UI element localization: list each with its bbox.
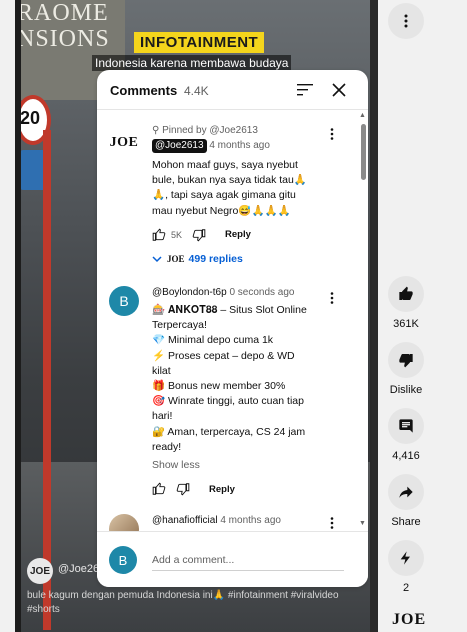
like-comment-icon[interactable] — [152, 482, 166, 496]
scroll-down-arrow-icon[interactable]: ▼ — [359, 520, 366, 527]
comment-icon — [399, 419, 413, 433]
comments-scrollbar[interactable]: ▲ ▼ — [359, 112, 367, 530]
replies-creator-avatar: JOE — [167, 253, 185, 264]
pinned-row: ⚲ Pinned by @Joe2613 — [152, 124, 322, 137]
channel-brand-logo[interactable]: JOE — [392, 611, 426, 629]
commenter-avatar[interactable] — [109, 514, 139, 531]
comment-more-button[interactable] — [326, 128, 338, 143]
comment-author[interactable]: @Boylondon-t6p — [152, 287, 227, 298]
like-comment-icon[interactable] — [152, 228, 166, 242]
comment-like-count: 5K — [171, 229, 183, 240]
like-button[interactable] — [388, 276, 424, 312]
scroll-thumb[interactable] — [361, 124, 366, 180]
comment-text: Mohon maaf guys, saya nyebut bule, bukan… — [152, 159, 307, 217]
current-user-avatar: B — [109, 546, 137, 574]
scroll-up-arrow-icon[interactable]: ▲ — [359, 112, 366, 119]
comment-body: @hanafiofficial 4 months ago — [152, 514, 322, 528]
comment-meta: @hanafiofficial 4 months ago — [152, 514, 322, 528]
comments-panel: Comments 4.4K JOE ⚲ Pinned by @Joe2613 @… — [97, 70, 368, 587]
dislike-action[interactable]: Dislike — [388, 342, 424, 396]
comment-toolbar: Reply — [152, 481, 322, 497]
replies-count: 499 replies — [188, 252, 243, 265]
speed-sign-value: 20 — [20, 108, 41, 128]
video-right-edge — [370, 0, 378, 632]
thumbs-down-icon — [399, 354, 413, 368]
commenter-avatar[interactable]: B — [109, 286, 139, 316]
dislike-comment-icon[interactable] — [176, 482, 190, 496]
sign-pole — [43, 130, 51, 630]
chevron-down-icon — [152, 256, 162, 262]
video-store-sign: RAOME NSIONS — [17, 0, 110, 52]
video-overlay-title: INFOTAINMENT — [134, 32, 265, 53]
dislike-button[interactable] — [388, 342, 424, 378]
reply-button[interactable]: Reply — [225, 229, 251, 240]
comment-text: 🎰 𝐀𝐍𝐊𝐎𝐓𝟖𝟖 – Situs Slot Online Terpercaya… — [152, 304, 307, 453]
comments-title: Comments — [110, 83, 178, 98]
comment-body: ⚲ Pinned by @Joe2613 @Joe2613 4 months a… — [152, 124, 322, 265]
remix-button[interactable] — [388, 540, 424, 576]
share-icon — [399, 486, 413, 498]
show-less-button[interactable]: Show less — [152, 459, 322, 471]
comment-author[interactable]: @Joe2613 — [152, 139, 207, 153]
comment-body: @Boylondon-t6p 0 seconds ago 🎰 𝐀𝐍𝐊𝐎𝐓𝟖𝟖 –… — [152, 286, 322, 497]
remix-count: 2 — [402, 582, 410, 594]
comment-time[interactable]: 0 seconds ago — [229, 287, 294, 298]
like-action[interactable]: 361K — [388, 276, 424, 330]
store-sign-line2: NSIONS — [17, 26, 110, 52]
comments-button[interactable] — [388, 408, 424, 444]
more-vert-icon — [330, 292, 334, 304]
comment-meta: @Joe2613 4 months ago — [152, 139, 322, 153]
share-label: Share — [391, 516, 421, 528]
more-vert-icon — [330, 517, 334, 529]
remix-action[interactable]: 2 — [388, 540, 424, 594]
pin-icon: ⚲ — [152, 125, 163, 136]
comments-action[interactable]: 4,416 — [388, 408, 424, 462]
remix-icon — [400, 551, 410, 565]
dislike-comment-icon[interactable] — [192, 228, 206, 242]
share-action[interactable]: Share — [388, 474, 424, 528]
reply-button[interactable]: Reply — [209, 484, 235, 495]
comment-meta: @Boylondon-t6p 0 seconds ago — [152, 286, 322, 300]
add-comment-bar: B — [97, 531, 368, 587]
comments-count: 4,416 — [392, 450, 420, 462]
channel-handle[interactable]: @Joe26 — [58, 563, 99, 575]
like-count: 361K — [393, 318, 419, 330]
comment-more-button[interactable] — [326, 292, 338, 307]
dislike-label: Dislike — [389, 384, 423, 396]
channel-avatar[interactable]: JOE — [27, 558, 53, 584]
add-comment-input[interactable] — [152, 549, 344, 571]
close-icon[interactable] — [330, 81, 348, 99]
view-replies-button[interactable]: JOE 499 replies — [152, 253, 322, 265]
comments-header: Comments 4.4K — [97, 70, 368, 110]
comment-time[interactable]: 4 months ago — [209, 140, 270, 151]
video-description: bule kagum dengan pemuda Indonesia ini🙏 … — [27, 590, 339, 615]
comments-list[interactable]: JOE ⚲ Pinned by @Joe2613 @Joe2613 4 mont… — [97, 110, 368, 531]
comment-more-button[interactable] — [326, 517, 338, 531]
store-sign-line1: RAOME — [17, 0, 109, 26]
comments-total: 4.4K — [184, 84, 209, 98]
comment-time[interactable]: 4 months ago — [220, 515, 281, 526]
comment-toolbar: 5K Reply — [152, 227, 322, 243]
more-vert-icon — [330, 128, 334, 140]
commenter-avatar[interactable]: JOE — [109, 128, 139, 158]
thumbs-up-icon — [399, 286, 413, 300]
share-button[interactable] — [388, 474, 424, 510]
more-vert-icon — [404, 14, 408, 28]
sort-icon[interactable] — [296, 82, 314, 98]
comment-author[interactable]: @hanafiofficial — [152, 515, 218, 526]
pinned-label: Pinned by @Joe2613 — [162, 125, 258, 136]
video-left-edge — [15, 0, 21, 632]
more-options-button[interactable] — [388, 3, 424, 39]
video-overlay-caption: Indonesia karena membawa budaya — [92, 55, 292, 71]
